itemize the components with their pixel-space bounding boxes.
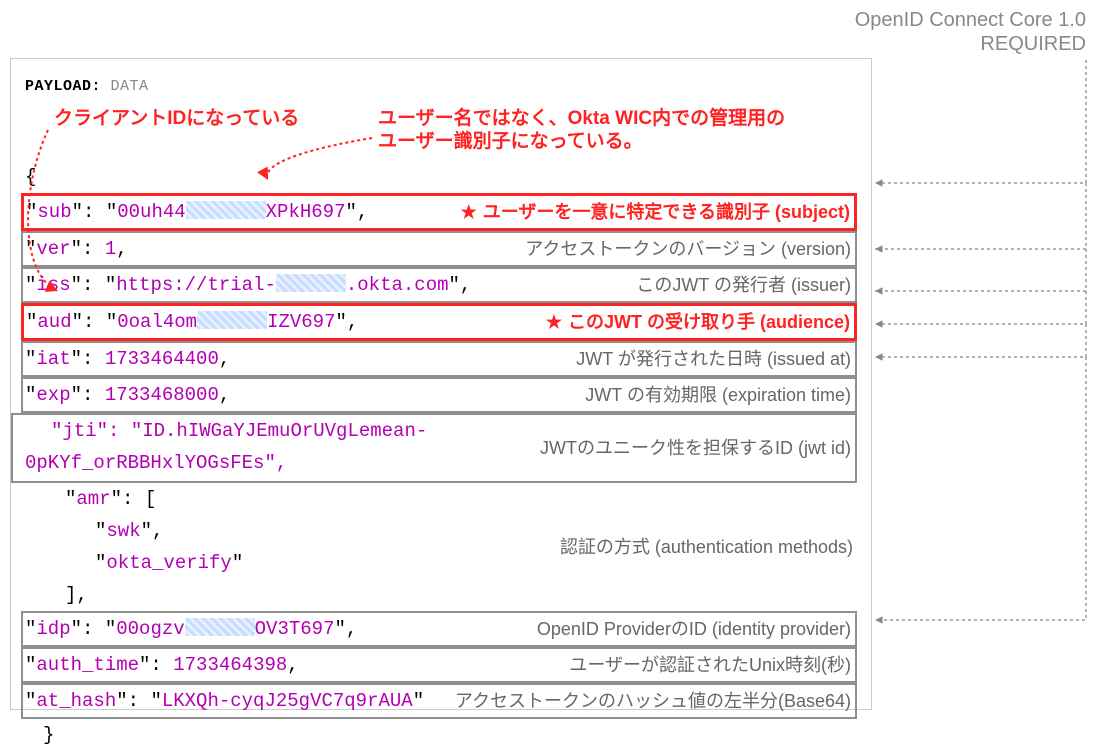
- label-iat: JWT が発行された日時 (issued at): [576, 343, 855, 375]
- redacted-block: [197, 311, 267, 329]
- label-idp: OpenID ProviderのID (identity provider): [537, 613, 855, 645]
- ver-value: 1: [105, 238, 116, 260]
- at-hash-value: LKXQh-cyqJ25gVC7q9rAUA: [162, 690, 413, 712]
- claim-row-auth-time: "auth_time": 1733464398, ユーザーが認証されたUnix時…: [21, 647, 857, 683]
- iat-value: 1733464400: [105, 348, 219, 370]
- annotation-sub-note: ユーザー名ではなく、Okta WIC内での管理用の ユーザー識別子になっている。: [378, 108, 785, 154]
- json-code-block: { "sub": "00uh44XPkH697", ★ユーザーを一意に特定できる…: [25, 161, 857, 751]
- jti-line1: "jti": "ID.hIWGaYJEmuOrUVgLemean-: [51, 420, 427, 442]
- header-line2: REQUIRED: [855, 32, 1086, 56]
- header-line1: OpenID Connect Core 1.0: [855, 8, 1086, 32]
- label-at-hash: アクセストークンのハッシュ値の左半分(Base64): [455, 685, 855, 717]
- aud-value-prefix: 0oal4om: [117, 311, 197, 333]
- redacted-block: [276, 274, 346, 292]
- panel-title: PAYLOAD: DATA: [25, 71, 857, 103]
- sub-value-suffix: XPkH697: [266, 201, 346, 223]
- redacted-block: [186, 201, 266, 219]
- jti-line2: 0pKYf_orRBBHxlYOGsFEs",: [25, 452, 287, 474]
- label-jti: JWTのユニーク性を担保するID (jwt id): [540, 415, 855, 481]
- header-required-note: OpenID Connect Core 1.0 REQUIRED: [855, 8, 1086, 56]
- auth-time-value: 1733464398: [173, 654, 287, 676]
- label-exp: JWT の有効期限 (expiration time): [585, 379, 855, 411]
- sub-value-prefix: 00uh44: [117, 201, 185, 223]
- open-brace: {: [25, 161, 857, 193]
- claim-row-jti: "jti": "ID.hIWGaYJEmuOrUVgLemean- 0pKYf_…: [11, 413, 857, 483]
- panel-title-data: DATA: [111, 78, 149, 95]
- exp-value: 1733468000: [105, 384, 219, 406]
- idp-value-suffix: OV3T697: [255, 618, 335, 640]
- idp-value-prefix: 00ogzv: [116, 618, 184, 640]
- aud-value-suffix: IZV697: [267, 311, 335, 333]
- payload-panel: PAYLOAD: DATA { "sub": "00uh44XPkH697", …: [10, 58, 872, 710]
- label-ver: アクセストークンのバージョン (version): [525, 233, 855, 265]
- label-iss: このJWT の発行者 (issuer): [636, 269, 855, 301]
- iss-value-suffix: .okta.com: [346, 274, 449, 296]
- claim-row-exp: "exp": 1733468000, JWT の有効期限 (expiration…: [21, 377, 857, 413]
- annotation-client-id: クライアントIDになっている: [54, 108, 299, 131]
- claim-row-ver: "ver": 1, アクセストークンのバージョン (version): [21, 231, 857, 267]
- label-sub: ★ユーザーを一意に特定できる識別子 (subject): [461, 196, 854, 228]
- label-auth-time: ユーザーが認証されたUnix時刻(秒): [569, 649, 855, 681]
- amr-value-2: okta_verify: [106, 552, 231, 574]
- claim-row-sub: "sub": "00uh44XPkH697", ★ユーザーを一意に特定できる識別…: [21, 193, 857, 231]
- claim-row-idp: "idp": "00ogzvOV3T697", OpenID Providerの…: [21, 611, 857, 647]
- claim-row-aud: "aud": "0oal4omIZV697", ★このJWT の受け取り手 (a…: [21, 303, 857, 341]
- panel-title-strong: PAYLOAD:: [25, 78, 101, 95]
- iss-value-prefix: https://trial-: [116, 274, 276, 296]
- close-brace: }: [25, 719, 857, 751]
- label-aud: ★このJWT の受け取り手 (audience): [546, 306, 854, 338]
- claim-row-amr: "amr": [ "swk", "okta_verify" ], 認証の方式 (…: [25, 483, 857, 611]
- label-amr: 認証の方式 (authentication methods): [560, 483, 857, 611]
- redacted-block: [185, 618, 255, 636]
- claim-row-at-hash: "at_hash": "LKXQh-cyqJ25gVC7q9rAUA" アクセス…: [21, 683, 857, 719]
- amr-value-1: swk: [106, 520, 140, 542]
- claim-row-iat: "iat": 1733464400, JWT が発行された日時 (issued …: [21, 341, 857, 377]
- claim-row-iss: "iss": "https://trial-.okta.com", このJWT …: [21, 267, 857, 303]
